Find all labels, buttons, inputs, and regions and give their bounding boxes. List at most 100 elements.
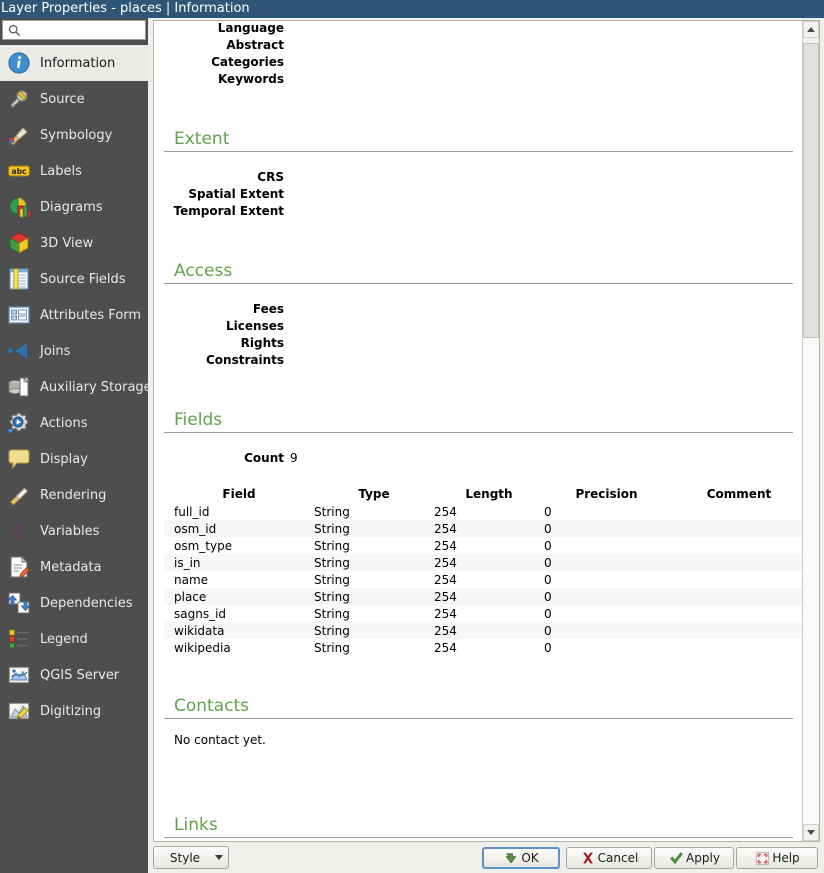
sidebar-item-label: Variables xyxy=(40,523,100,539)
sidebar-item-auxiliary-storage[interactable]: Auxiliary Storage xyxy=(0,369,148,405)
sidebar-item-legend[interactable]: Legend xyxy=(0,621,148,657)
cell-comment xyxy=(669,503,803,520)
sidebar-item-source[interactable]: Source xyxy=(0,81,148,117)
sidebar-item-label: Source xyxy=(40,91,85,107)
property-key: Spatial Extent xyxy=(188,187,284,201)
search-icon xyxy=(5,21,23,39)
table-row: wikipedia String 254 0 xyxy=(164,639,803,656)
section-title-fields: Fields xyxy=(164,410,793,433)
3d-view-icon xyxy=(6,230,32,256)
section-title-contacts: Contacts xyxy=(164,696,793,719)
sidebar-item-metadata[interactable]: Metadata xyxy=(0,549,148,585)
source-fields-icon xyxy=(6,266,32,292)
table-row: Temporal Extent xyxy=(164,204,793,221)
sidebar-item-label: Digitizing xyxy=(40,703,102,719)
table-row: CRS xyxy=(164,170,793,187)
sidebar-item-label: Actions xyxy=(40,415,88,431)
cell-field: is_in xyxy=(164,554,314,571)
column-header-precision: Precision xyxy=(544,486,669,503)
sidebar-item-label: Information xyxy=(40,55,116,71)
table-row: sagns_id String 254 0 xyxy=(164,605,803,622)
access-tbody: Fees Licenses Rights Constraints xyxy=(164,302,793,370)
contacts-empty-text: No contact yet. xyxy=(174,733,266,747)
sidebar-item-3d-view[interactable]: 3D View xyxy=(0,225,148,261)
svg-text:ℰ: ℰ xyxy=(13,521,25,543)
cell-precision: 0 xyxy=(544,520,669,537)
section-title-links: Links xyxy=(164,815,793,838)
sidebar-item-information[interactable]: Information xyxy=(0,45,148,81)
cell-comment xyxy=(669,571,803,588)
sidebar-item-actions[interactable]: Actions xyxy=(0,405,148,441)
sidebar-nav-list: Information Source Symbology abc Labels Diagr… xyxy=(0,45,148,873)
sidebar-item-symbology[interactable]: Symbology xyxy=(0,117,148,153)
sidebar-item-qgis-server[interactable]: QGIS Server xyxy=(0,657,148,693)
scroll-up-button[interactable] xyxy=(803,21,819,38)
attributes-form-icon xyxy=(6,302,32,328)
style-button[interactable]: Style xyxy=(153,846,229,869)
cell-length: 254 xyxy=(434,622,544,639)
cell-length: 254 xyxy=(434,605,544,622)
property-key: Rights xyxy=(240,336,284,350)
ok-button[interactable]: OK xyxy=(482,847,560,869)
cell-comment xyxy=(669,622,803,639)
chevron-down-icon xyxy=(210,855,228,860)
help-button[interactable]: Help xyxy=(736,847,818,869)
cell-type: String xyxy=(314,554,434,571)
table-row: Fees xyxy=(164,302,793,319)
information-document: Language Abstract Categories Keywords Exten… xyxy=(154,21,803,841)
cell-precision: 0 xyxy=(544,571,669,588)
cell-type: String xyxy=(314,622,434,639)
cell-field: place xyxy=(164,588,314,605)
vertical-scrollbar[interactable] xyxy=(802,21,819,841)
cell-comment xyxy=(669,554,803,571)
sidebar-item-dependencies[interactable]: Dependencies xyxy=(0,585,148,621)
sidebar-item-attributes-form[interactable]: Attributes Form xyxy=(0,297,148,333)
rendering-icon xyxy=(6,482,32,508)
sidebar-item-label: Joins xyxy=(40,343,71,359)
help-button-label: Help xyxy=(772,851,800,865)
property-value xyxy=(290,302,793,319)
cancel-button[interactable]: Cancel xyxy=(566,847,652,869)
cell-length: 254 xyxy=(434,588,544,605)
metadata-icon xyxy=(6,554,32,580)
source-icon xyxy=(6,86,32,112)
table-row: is_in String 254 0 xyxy=(164,554,803,571)
svg-text:abc: abc xyxy=(11,167,26,176)
sidebar-item-variables[interactable]: ℰ Variables xyxy=(0,513,148,549)
cell-field: full_id xyxy=(164,503,314,520)
display-icon xyxy=(6,446,32,472)
labels-icon: abc xyxy=(6,158,32,184)
apply-button[interactable]: Apply xyxy=(654,847,734,869)
cell-precision: 0 xyxy=(544,537,669,554)
table-header-row: Field Type Length Precision Comment xyxy=(164,486,803,503)
dependencies-icon xyxy=(6,590,32,616)
sidebar-item-digitizing[interactable]: Digitizing xyxy=(0,693,148,729)
scrollbar-thumb[interactable] xyxy=(803,43,819,338)
access-rows: Fees Licenses Rights Constraints xyxy=(164,302,793,370)
scroll-down-button[interactable] xyxy=(803,824,819,841)
cell-type: String xyxy=(314,571,434,588)
qgis-server-icon xyxy=(6,662,32,688)
cell-comment xyxy=(669,605,803,622)
scrollbar-track[interactable] xyxy=(803,338,819,824)
cell-comment xyxy=(669,520,803,537)
property-key: Categories xyxy=(211,55,284,69)
sidebar-item-diagrams[interactable]: Diagrams xyxy=(0,189,148,225)
property-value xyxy=(290,319,793,336)
sidebar-item-labels[interactable]: abc Labels xyxy=(0,153,148,189)
window-title: Layer Properties - places | Information xyxy=(1,1,250,16)
apply-button-label: Apply xyxy=(686,851,720,865)
sidebar-item-source-fields[interactable]: Source Fields xyxy=(0,261,148,297)
search-input[interactable] xyxy=(23,22,141,38)
sidebar-search[interactable] xyxy=(2,20,146,40)
cell-type: String xyxy=(314,537,434,554)
sidebar-item-display[interactable]: Display xyxy=(0,441,148,477)
property-key: Licenses xyxy=(226,319,284,333)
table-row: Language xyxy=(164,21,793,38)
sidebar-item-rendering[interactable]: Rendering xyxy=(0,477,148,513)
sidebar-item-joins[interactable]: Joins xyxy=(0,333,148,369)
cell-comment xyxy=(669,537,803,554)
